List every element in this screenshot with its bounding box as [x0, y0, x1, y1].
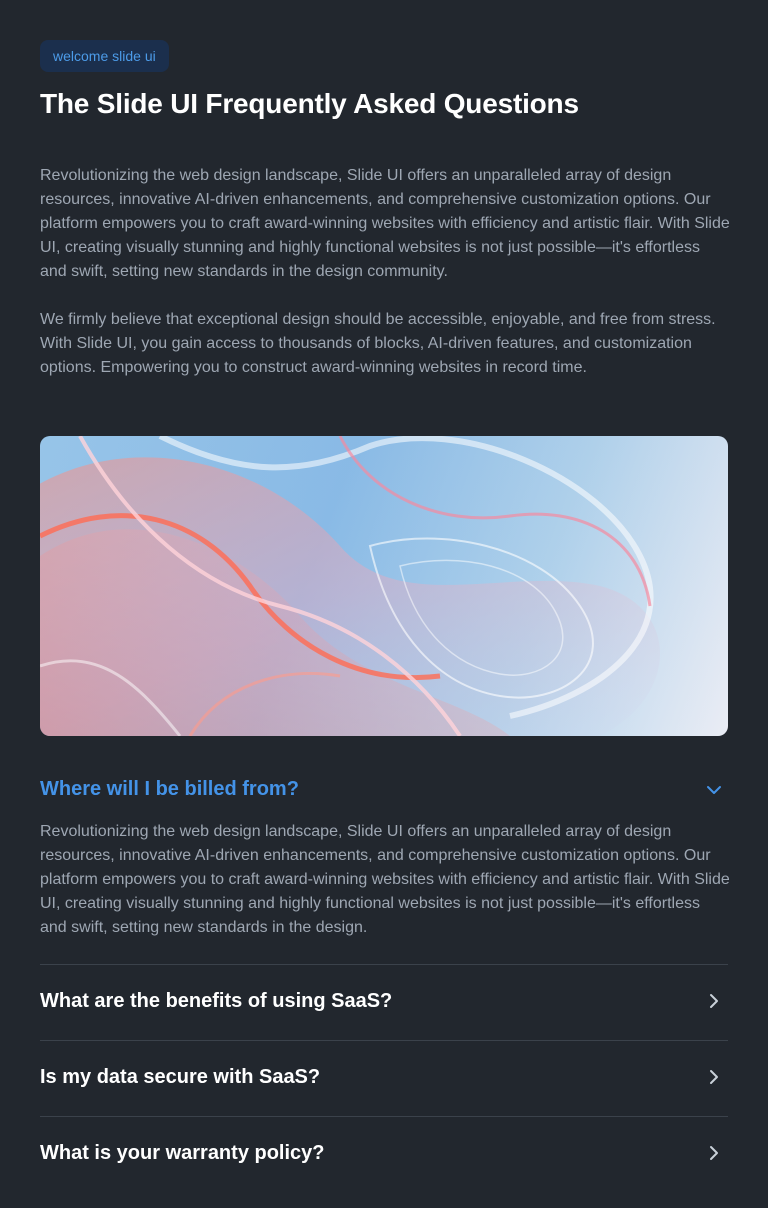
faq-item[interactable]: What is your warranty policy?	[40, 1116, 728, 1192]
welcome-badge: welcome slide ui	[40, 40, 169, 72]
chevron-down-icon[interactable]	[704, 780, 724, 800]
faq-item[interactable]: What are the benefits of using SaaS?	[40, 964, 728, 1040]
chevron-right-icon	[710, 994, 718, 1008]
faq-question: What is your warranty policy?	[40, 1142, 325, 1164]
faq-item[interactable]: Is my data secure with SaaS?	[40, 1040, 728, 1116]
faq-answer: Revolutionizing the web design landscape…	[40, 823, 730, 936]
faq-question: What are the benefits of using SaaS?	[40, 990, 393, 1012]
hero-image	[40, 436, 728, 736]
intro-paragraph: We firmly believe that exceptional desig…	[40, 311, 716, 376]
chevron-right-icon	[710, 1146, 718, 1160]
intro-paragraph: Revolutionizing the web design landscape…	[40, 167, 730, 280]
chevron-right-icon	[710, 1070, 718, 1084]
faq-question: Is my data secure with SaaS?	[40, 1066, 321, 1088]
page-title: The Slide UI Frequently Asked Questions	[40, 88, 579, 119]
faq-question-open[interactable]: Where will I be billed from?	[40, 778, 299, 801]
